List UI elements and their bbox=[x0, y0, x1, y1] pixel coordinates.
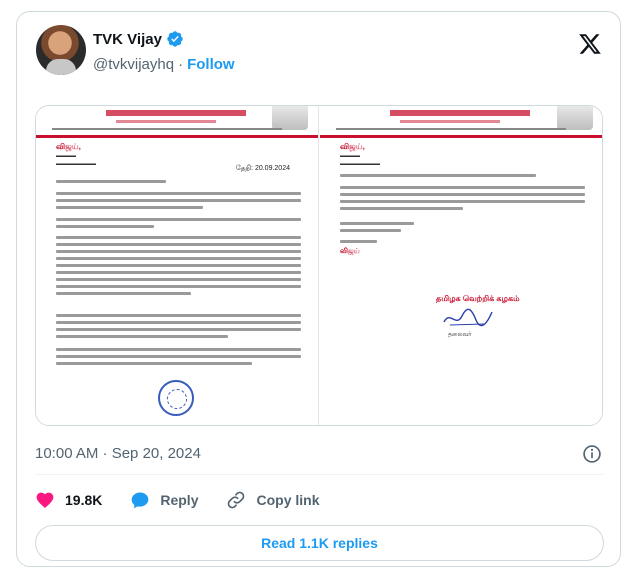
letterhead-contact-line bbox=[52, 128, 282, 130]
signature-scribble bbox=[443, 308, 493, 327]
sender-name: விஜய், bbox=[340, 142, 365, 151]
letter-greeting bbox=[56, 180, 301, 187]
letter-signature-name: விஜய் bbox=[340, 248, 360, 255]
tweet-timestamp[interactable]: 10:00 AM · Sep 20, 2024 bbox=[35, 445, 201, 462]
author-handle[interactable]: @tvkvijayhq bbox=[93, 56, 174, 73]
letter-regards bbox=[340, 240, 585, 247]
link-icon bbox=[228, 491, 245, 509]
letterhead-rule bbox=[36, 135, 318, 138]
avatar[interactable] bbox=[36, 25, 86, 75]
letter-date: தேதி: 20.09.2024 bbox=[235, 165, 290, 172]
letter-paragraph-1 bbox=[340, 174, 585, 181]
sender-name: விஜய், bbox=[56, 142, 81, 151]
author-display-name[interactable]: TVK Vijay bbox=[93, 31, 162, 48]
read-replies-button[interactable]: Read 1.1K replies bbox=[35, 525, 604, 561]
letter-paragraph-2 bbox=[340, 186, 585, 214]
heart-icon bbox=[36, 492, 54, 508]
x-logo-icon[interactable] bbox=[578, 32, 602, 56]
letterhead-photo bbox=[272, 106, 308, 130]
letter-paragraph-3 bbox=[56, 236, 301, 299]
letter-paragraph-5 bbox=[56, 348, 301, 369]
author-name-row: TVK Vijay bbox=[93, 30, 184, 48]
letter-page-right[interactable]: விஜய், ▬▬▬▬ ▬▬▬▬▬▬▬▬ விஜய் தமிழக வெற்றிக… bbox=[320, 106, 602, 425]
party-name: தமிழக வெற்றிக் கழகம் bbox=[436, 294, 520, 303]
divider bbox=[35, 474, 604, 475]
info-icon[interactable] bbox=[582, 444, 602, 464]
copy-link-button[interactable]: Copy link bbox=[226, 490, 320, 510]
reply-button[interactable]: Reply bbox=[130, 490, 198, 510]
sender-title-line: ▬▬▬▬ bbox=[340, 153, 360, 159]
follow-button[interactable]: Follow bbox=[187, 56, 235, 73]
tweet-card: TVK Vijay @tvkvijayhq · Follow விஜய், ▬▬… bbox=[16, 11, 621, 567]
speech-bubble-icon bbox=[132, 492, 149, 509]
like-button[interactable]: 19.8K bbox=[35, 490, 102, 510]
letter-sender: விஜய், ▬▬▬▬ ▬▬▬▬▬▬▬▬ bbox=[56, 143, 96, 168]
letter-sender: விஜய், ▬▬▬▬ ▬▬▬▬▬▬▬▬ bbox=[340, 143, 380, 168]
letterhead-title bbox=[106, 110, 246, 116]
reply-label: Reply bbox=[160, 492, 199, 508]
sender-org-line: ▬▬▬▬▬▬▬▬ bbox=[56, 161, 96, 167]
letter-paragraph-1 bbox=[56, 192, 301, 213]
letterhead-title bbox=[390, 110, 530, 116]
sender-org-line: ▬▬▬▬▬▬▬▬ bbox=[340, 161, 380, 167]
letterhead-contact-line bbox=[336, 128, 566, 130]
letter-paragraph-4 bbox=[56, 314, 301, 342]
verified-badge-icon bbox=[167, 31, 183, 47]
party-seal bbox=[158, 380, 194, 416]
separator-dot: · bbox=[178, 56, 184, 73]
signatory-role: தலைவர் bbox=[448, 332, 472, 338]
letterhead-photo bbox=[557, 106, 593, 130]
letter-closing bbox=[340, 222, 585, 236]
letterhead-subtitle bbox=[400, 120, 500, 123]
tweet-actions: 19.8K Reply Copy link bbox=[35, 490, 348, 510]
avatar-shirt bbox=[46, 59, 76, 75]
letterhead-rule bbox=[320, 135, 602, 138]
letter-paragraph-2 bbox=[56, 218, 301, 232]
author-handle-row: @tvkvijayhq · Follow bbox=[93, 56, 235, 73]
tweet-media[interactable]: விஜய், ▬▬▬▬ ▬▬▬▬▬▬▬▬ தேதி: 20.09.2024 வி… bbox=[35, 105, 603, 426]
copy-link-label: Copy link bbox=[256, 492, 320, 508]
like-count: 19.8K bbox=[65, 492, 103, 508]
letterhead-subtitle bbox=[116, 120, 216, 123]
sender-title-line: ▬▬▬▬ bbox=[56, 153, 76, 159]
letter-page-left[interactable]: விஜய், ▬▬▬▬ ▬▬▬▬▬▬▬▬ தேதி: 20.09.2024 bbox=[36, 106, 319, 425]
